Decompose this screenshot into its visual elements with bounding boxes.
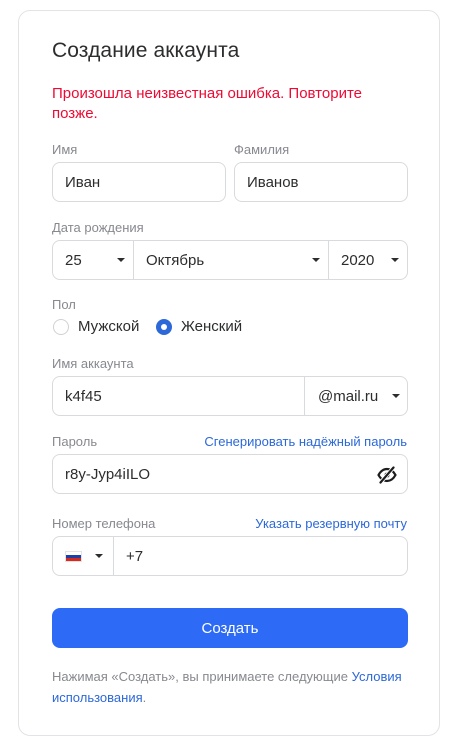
- create-account-button[interactable]: Создать: [52, 608, 408, 648]
- gender-male-radio[interactable]: Мужской: [53, 318, 139, 335]
- domain-select[interactable]: @mail.ru: [304, 377, 407, 415]
- chevron-down-icon: [392, 394, 400, 398]
- backup-email-link[interactable]: Указать резервную почту: [255, 516, 407, 531]
- eye-slash-icon[interactable]: [377, 466, 397, 484]
- day-value: 25: [65, 251, 82, 269]
- gender-label: Пол: [52, 297, 76, 312]
- password-label: Пароль: [52, 434, 98, 449]
- day-select[interactable]: 25: [53, 241, 133, 279]
- birth-date-group: 25 Октябрь 2020: [52, 240, 408, 280]
- signup-card: Создание аккаунта Произошла неизвестная …: [18, 10, 440, 736]
- first-name-label: Имя: [52, 142, 78, 157]
- first-name-field[interactable]: Иван: [52, 162, 226, 202]
- account-group: k4f45 @mail.ru: [52, 376, 408, 416]
- gender-male-label: Мужской: [78, 318, 140, 335]
- chevron-down-icon: [117, 258, 125, 262]
- generate-password-link[interactable]: Сгенерировать надёжный пароль: [204, 434, 407, 449]
- last-name-label: Фамилия: [234, 142, 290, 157]
- phone-field[interactable]: +7: [114, 537, 407, 575]
- phone-label: Номер телефона: [52, 516, 156, 531]
- error-message: Произошла неизвестная ошибка. Повторите …: [52, 85, 362, 122]
- page-title: Создание аккаунта: [52, 39, 240, 62]
- password-field[interactable]: r8y-Jyp4iILO: [52, 454, 408, 494]
- terms-prefix: Нажимая «Создать», вы принимаете следующ…: [52, 669, 352, 684]
- country-select[interactable]: [53, 537, 114, 575]
- last-name-field[interactable]: Иванов: [234, 162, 408, 202]
- password-value: r8y-Jyp4iILO: [65, 465, 151, 483]
- gender-female-label: Женский: [181, 318, 243, 335]
- month-value: Октябрь: [146, 251, 205, 269]
- chevron-down-icon: [391, 258, 399, 262]
- domain-value: @mail.ru: [318, 387, 379, 405]
- birth-date-label: Дата рождения: [52, 220, 144, 235]
- russia-flag-icon: [65, 550, 82, 562]
- terms-end: .: [142, 690, 147, 705]
- terms-text: Нажимая «Создать», вы принимаете следующ…: [52, 666, 412, 708]
- month-select[interactable]: Октябрь: [133, 241, 328, 279]
- radio-unchecked-icon: [53, 318, 69, 335]
- chevron-down-icon: [95, 554, 103, 558]
- phone-group: +7: [52, 536, 408, 576]
- chevron-down-icon: [312, 258, 320, 262]
- radio-checked-icon: [156, 318, 172, 335]
- account-name-field[interactable]: k4f45: [53, 377, 304, 415]
- account-label: Имя аккаунта: [52, 356, 134, 371]
- gender-female-radio[interactable]: Женский: [156, 318, 242, 335]
- year-select[interactable]: 2020: [328, 241, 407, 279]
- year-value: 2020: [341, 251, 375, 269]
